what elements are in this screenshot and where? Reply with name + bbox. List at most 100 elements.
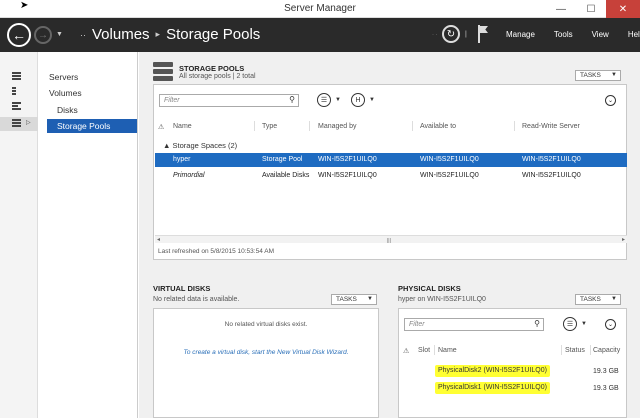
refresh-icon[interactable]: ↻ bbox=[442, 25, 460, 43]
expand-collapse-icon[interactable]: ⌄ bbox=[605, 319, 616, 330]
table-row[interactable]: Primordial Available Disks WIN-I5S2F1UIL… bbox=[155, 169, 627, 183]
menu-manage[interactable]: Manage bbox=[506, 30, 535, 39]
last-refreshed-text: Last refreshed on 5/8/2015 10:53:54 AM bbox=[158, 248, 275, 255]
chevron-down-icon[interactable]: ▼ bbox=[335, 97, 341, 103]
window-controls: — ☐ ✕ bbox=[546, 0, 640, 18]
history-dropdown-icon[interactable]: ▼ bbox=[56, 31, 63, 38]
filter-placeholder: Filter bbox=[164, 97, 180, 104]
nav-item-disks[interactable]: Disks bbox=[57, 105, 78, 115]
chevron-down-icon: ▼ bbox=[611, 296, 617, 302]
breadcrumb: ·· Volumes ▸ Storage Pools bbox=[80, 26, 260, 43]
cell-type: Available Disks bbox=[262, 172, 310, 179]
save-query-icon[interactable]: H bbox=[351, 93, 365, 107]
notifications-flag-icon[interactable] bbox=[476, 25, 490, 43]
virtual-disks-title: VIRTUAL DISKS bbox=[153, 284, 211, 293]
collapse-chevron-icon[interactable]: ▲ bbox=[163, 141, 170, 150]
menu-help[interactable]: Help bbox=[628, 30, 640, 39]
virtual-disks-subtitle: No related data is available. bbox=[153, 296, 240, 303]
cell-name: Primordial bbox=[173, 172, 205, 179]
list-options-icon[interactable]: ☰ bbox=[563, 317, 577, 331]
physical-disks-title: PHYSICAL DISKS bbox=[398, 284, 461, 293]
storage-pools-filter-input[interactable]: Filter ⚲ bbox=[159, 94, 299, 107]
column-header-status[interactable]: Status bbox=[565, 347, 585, 354]
column-header-read-write-server[interactable]: Read-Write Server bbox=[522, 123, 580, 130]
nav-item-storage-pools[interactable]: Storage Pools bbox=[47, 119, 137, 133]
list-options-icon[interactable]: ☰ bbox=[317, 93, 331, 107]
chevron-down-icon[interactable]: ▼ bbox=[581, 321, 587, 327]
all-servers-icon[interactable] bbox=[12, 102, 21, 110]
column-header-available-to[interactable]: Available to bbox=[420, 123, 456, 130]
search-icon[interactable]: ⚲ bbox=[534, 319, 540, 328]
search-icon[interactable]: ⚲ bbox=[289, 95, 295, 104]
main-content: STORAGE POOLS All storage pools | 2 tota… bbox=[139, 52, 640, 418]
storage-pools-title: STORAGE POOLS bbox=[179, 64, 245, 73]
scrollbar-thumb[interactable]: ||| bbox=[387, 238, 395, 244]
expand-collapse-icon[interactable]: ⌄ bbox=[605, 95, 616, 106]
close-button[interactable]: ✕ bbox=[606, 0, 640, 18]
storage-pools-tasks-button[interactable]: TASKS ▼ bbox=[575, 70, 621, 81]
header-menus: Manage Tools View Help bbox=[506, 30, 640, 39]
local-server-icon[interactable] bbox=[12, 87, 16, 95]
breadcrumb-separator-icon: ▸ bbox=[155, 29, 161, 39]
physical-disk-row-name[interactable]: PhysicalDisk1 (WIN-I5S2F1UILQ0) bbox=[435, 382, 550, 394]
cell-managed-by: WIN-I5S2F1UILQ0 bbox=[318, 156, 377, 163]
minimize-button[interactable]: — bbox=[546, 0, 576, 18]
tasks-label: TASKS bbox=[580, 296, 601, 303]
dashboard-icon[interactable] bbox=[12, 72, 21, 80]
horizontal-scrollbar[interactable]: ◂ ||| ▸ bbox=[155, 235, 627, 244]
refresh-dropdown-icon[interactable]: | bbox=[465, 31, 467, 38]
column-header-name[interactable]: Name bbox=[438, 347, 457, 354]
column-header-slot[interactable]: Slot bbox=[418, 347, 430, 354]
column-header-name[interactable]: Name bbox=[173, 123, 192, 130]
storage-pool-icon bbox=[153, 62, 173, 82]
header-bar: ← → ▼ ·· Volumes ▸ Storage Pools · · ↻ |… bbox=[0, 18, 640, 52]
file-storage-services-icon[interactable]: ▷ bbox=[0, 117, 38, 131]
cell-available-to: WIN-I5S2F1UILQ0 bbox=[420, 156, 479, 163]
cell-name: hyper bbox=[173, 156, 191, 163]
nav-item-volumes[interactable]: Volumes bbox=[49, 88, 82, 98]
physical-disk-row-name[interactable]: PhysicalDisk2 (WIN-I5S2F1UILQ0) bbox=[435, 365, 550, 377]
menu-tools[interactable]: Tools bbox=[554, 30, 573, 39]
physical-disks-subtitle: hyper on WIN-I5S2F1UILQ0 bbox=[398, 296, 486, 303]
virtual-disks-tasks-button[interactable]: TASKS ▼ bbox=[331, 294, 377, 305]
column-header-capacity[interactable]: Capacity bbox=[593, 347, 620, 354]
physical-disks-filter-input[interactable]: Filter ⚲ bbox=[404, 318, 544, 331]
chevron-down-icon[interactable]: ▼ bbox=[369, 97, 375, 103]
physical-disks-tasks-button[interactable]: TASKS ▼ bbox=[575, 294, 621, 305]
cell-rw-server: WIN-I5S2F1UILQ0 bbox=[522, 172, 581, 179]
tasks-label: TASKS bbox=[336, 296, 357, 303]
column-header-managed-by[interactable]: Managed by bbox=[318, 123, 357, 130]
nav-item-servers[interactable]: Servers bbox=[49, 72, 78, 82]
storage-pools-panel: Filter ⚲ ☰ ▼ H ▼ ⌄ ⚠ Name Type Managed b… bbox=[153, 84, 627, 260]
cell-type: Storage Pool bbox=[262, 156, 303, 163]
back-arrow-icon[interactable]: ← bbox=[7, 23, 31, 47]
physical-disk-capacity: 19.3 GB bbox=[593, 385, 619, 392]
no-virtual-disks-message: No related virtual disks exist. bbox=[224, 321, 308, 328]
virtual-disks-panel: No related virtual disks exist. To creat… bbox=[153, 308, 379, 418]
scroll-right-arrow-icon[interactable]: ▸ bbox=[622, 236, 625, 243]
left-rail: ▷ bbox=[0, 52, 38, 418]
new-virtual-disk-wizard-link[interactable]: To create a virtual disk, start the New … bbox=[154, 349, 378, 356]
table-row[interactable]: hyper Storage Pool WIN-I5S2F1UILQ0 WIN-I… bbox=[155, 153, 627, 167]
scroll-left-arrow-icon[interactable]: ◂ bbox=[157, 236, 160, 243]
group-label: Storage Spaces (2) bbox=[172, 141, 238, 150]
warning-column-icon: ⚠ bbox=[158, 124, 165, 131]
column-header-type[interactable]: Type bbox=[262, 123, 277, 130]
warning-column-icon: ⚠ bbox=[403, 348, 410, 355]
refresh-separator-icon: · · bbox=[432, 32, 438, 38]
breadcrumb-storage-pools: Storage Pools bbox=[166, 26, 261, 43]
cell-available-to: WIN-I5S2F1UILQ0 bbox=[420, 172, 479, 179]
filter-placeholder: Filter bbox=[409, 321, 425, 328]
maximize-button[interactable]: ☐ bbox=[576, 0, 606, 18]
left-navigation: Servers Volumes Disks Storage Pools bbox=[38, 52, 138, 418]
physical-disk-capacity: 19.3 GB bbox=[593, 368, 619, 375]
menu-view[interactable]: View bbox=[592, 30, 609, 39]
chevron-down-icon: ▼ bbox=[367, 296, 373, 302]
breadcrumb-volumes[interactable]: Volumes bbox=[92, 26, 150, 43]
forward-arrow-icon[interactable]: → bbox=[34, 26, 52, 44]
title-bar: ➤ Server Manager — ☐ ✕ bbox=[0, 0, 640, 18]
chevron-down-icon: ▼ bbox=[611, 72, 617, 78]
tasks-label: TASKS bbox=[580, 72, 601, 79]
window-title: Server Manager bbox=[284, 3, 356, 14]
group-row-storage-spaces[interactable]: ▲ Storage Spaces (2) bbox=[163, 141, 237, 150]
